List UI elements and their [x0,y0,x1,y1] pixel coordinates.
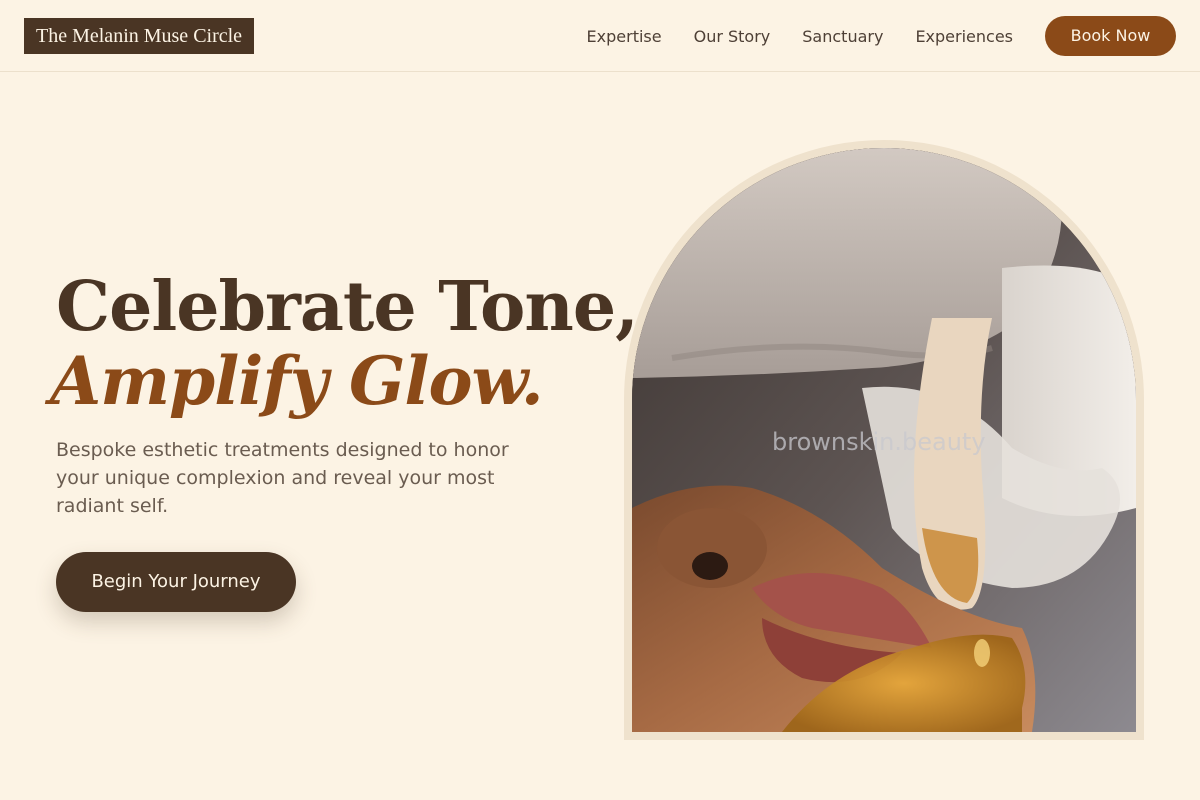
site-header: The Melanin Muse Circle Expertise Our St… [0,0,1200,72]
hero-subtitle: Bespoke esthetic treatments designed to … [56,439,509,517]
hero-photo: brownskin.beauty [632,148,1136,732]
nav-link-expertise[interactable]: Expertise [587,27,662,46]
hero-title-line-1: Celebrate Tone, [56,267,639,347]
image-watermark: brownskin.beauty [772,428,986,456]
nav-link-sanctuary[interactable]: Sanctuary [802,27,883,46]
book-now-button[interactable]: Book Now [1045,16,1176,56]
nav-link-experiences[interactable]: Experiences [915,27,1013,46]
begin-journey-button[interactable]: Begin Your Journey [56,552,296,612]
hero-title-line-2: Amplify Glow. [50,342,544,420]
main-nav: Expertise Our Story Sanctuary Experience… [587,16,1176,56]
nav-link-our-story[interactable]: Our Story [694,27,771,46]
site-logo[interactable]: The Melanin Muse Circle [24,18,255,54]
